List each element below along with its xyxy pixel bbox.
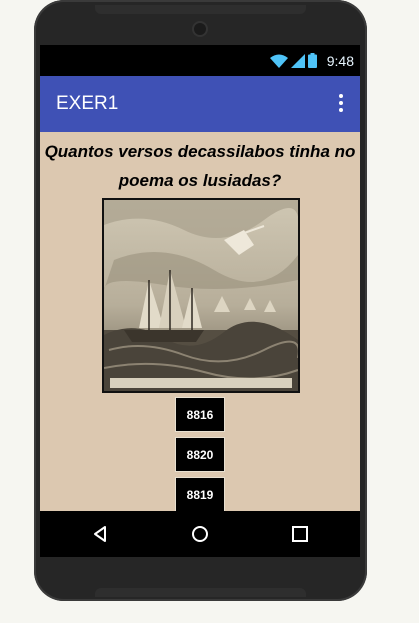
- bottom-speaker: [95, 588, 306, 597]
- status-time: 9:48: [326, 53, 354, 69]
- question-text: Quantos versos decassilabos tinha no poe…: [44, 142, 356, 190]
- recents-icon[interactable]: [289, 523, 311, 545]
- wifi-icon: [270, 54, 288, 68]
- overflow-menu-icon[interactable]: [338, 94, 344, 112]
- battery-icon: [308, 53, 317, 68]
- top-speaker: [95, 5, 306, 14]
- back-icon[interactable]: [90, 523, 112, 545]
- answer-button-3[interactable]: 8819: [175, 477, 225, 511]
- home-icon[interactable]: [189, 523, 211, 545]
- app-title: EXER1: [56, 93, 119, 114]
- status-icons: [270, 53, 317, 68]
- answer-button-1[interactable]: 8816: [175, 397, 225, 432]
- screen: 9:48 EXER1 Quantos versos decassilabos t…: [40, 45, 360, 557]
- answer-button-2[interactable]: 8820: [175, 437, 225, 472]
- status-bar: 9:48: [40, 45, 360, 76]
- signal-icon: [291, 53, 305, 68]
- front-camera: [194, 23, 206, 35]
- navigation-bar: [40, 511, 360, 557]
- sailing-ships-image: [102, 198, 300, 393]
- app-bar: EXER1: [40, 76, 360, 132]
- content-area: Quantos versos decassilabos tinha no poe…: [40, 132, 360, 511]
